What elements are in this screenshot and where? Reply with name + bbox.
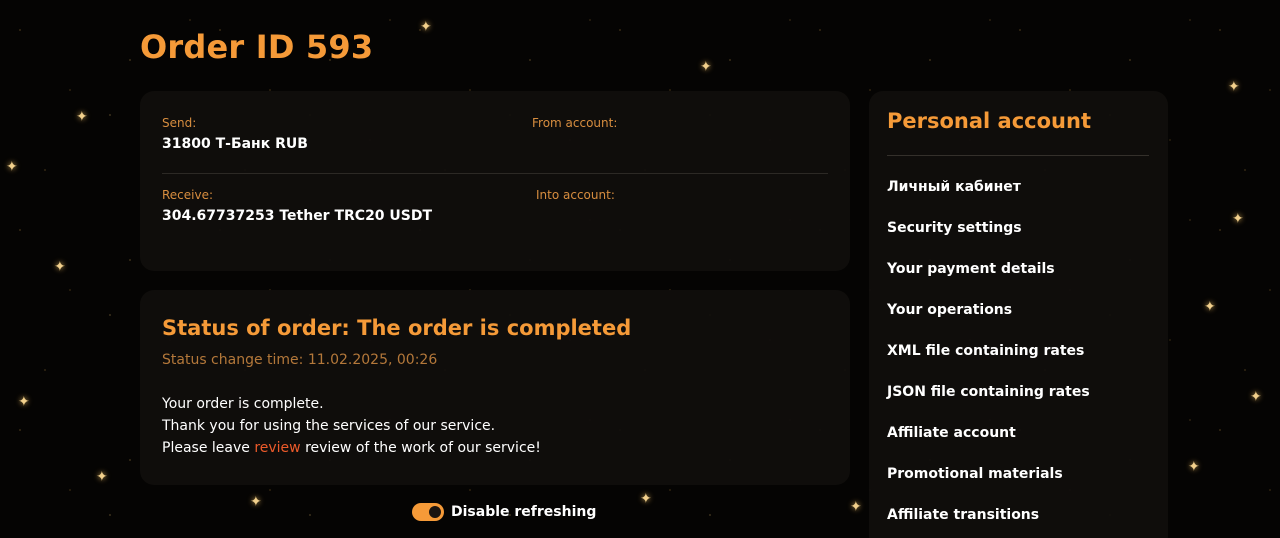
status-message-line: Your order is complete.: [162, 396, 324, 412]
sidebar-divider: [887, 155, 1149, 156]
status-message-line: Please leave review review of the work o…: [162, 437, 541, 459]
sparkle-icon: ✦: [76, 109, 88, 125]
review-prefix: Please leave: [162, 440, 255, 456]
disable-refreshing-toggle[interactable]: [412, 503, 444, 521]
sidebar-item-promotional-materials[interactable]: Promotional materials: [887, 466, 1063, 482]
receive-label: Receive:: [162, 188, 214, 202]
review-suffix: review of the work of our service!: [300, 440, 541, 456]
sparkle-icon: ✦: [6, 159, 18, 175]
sidebar-item-json-rates[interactable]: JSON file containing rates: [887, 384, 1090, 400]
from-account-label: From account:: [532, 116, 618, 130]
sidebar-item-payment-details[interactable]: Your payment details: [887, 261, 1055, 277]
receive-value: 304.67737253 Tether TRC20 USDT: [162, 208, 433, 224]
sparkle-icon: ✦: [1232, 211, 1244, 227]
status-message-line: Thank you for using the services of our …: [162, 418, 496, 434]
status-message: Your order is complete. Thank you for us…: [162, 393, 541, 459]
sidebar-item-operations[interactable]: Your operations: [887, 302, 1012, 318]
sparkle-icon: ✦: [700, 59, 712, 75]
sidebar-item-affiliate-transitions[interactable]: Affiliate transitions: [887, 507, 1039, 523]
sidebar-item-affiliate-account[interactable]: Affiliate account: [887, 425, 1016, 441]
refresh-control: Disable refreshing: [412, 501, 596, 523]
personal-account-sidebar: Personal account Личный кабинет Security…: [869, 91, 1168, 538]
page-title: Order ID 593: [140, 28, 374, 66]
disable-refreshing-label[interactable]: Disable refreshing: [451, 504, 596, 520]
toggle-knob: [429, 506, 441, 518]
sidebar-title: Personal account: [887, 109, 1091, 133]
sparkle-icon: ✦: [1188, 459, 1200, 475]
status-change-time: Status change time: 11.02.2025, 00:26: [162, 352, 438, 368]
sidebar-item-security-settings[interactable]: Security settings: [887, 220, 1022, 236]
sidebar-item-personal-cabinet[interactable]: Личный кабинет: [887, 179, 1021, 195]
review-link[interactable]: review: [254, 440, 300, 456]
sparkle-icon: ✦: [1204, 299, 1216, 315]
sparkle-icon: ✦: [640, 491, 652, 507]
order-status-card: Status of order: The order is completed …: [140, 290, 850, 485]
sparkle-icon: ✦: [96, 469, 108, 485]
sparkle-icon: ✦: [54, 259, 66, 275]
sparkle-icon: ✦: [1250, 389, 1262, 405]
order-details-card: Send: 31800 Т-Банк RUB From account: Rec…: [140, 91, 850, 271]
sidebar-item-xml-rates[interactable]: XML file containing rates: [887, 343, 1084, 359]
send-label: Send:: [162, 116, 197, 130]
into-account-label: Into account:: [536, 188, 615, 202]
details-divider: [162, 173, 828, 174]
send-value: 31800 Т-Банк RUB: [162, 136, 308, 152]
sparkle-icon: ✦: [250, 494, 262, 510]
sparkle-icon: ✦: [1228, 79, 1240, 95]
status-title: Status of order: The order is completed: [162, 316, 632, 340]
sparkle-icon: ✦: [850, 499, 862, 515]
sparkle-icon: ✦: [18, 394, 30, 410]
sparkle-icon: ✦: [420, 19, 432, 35]
